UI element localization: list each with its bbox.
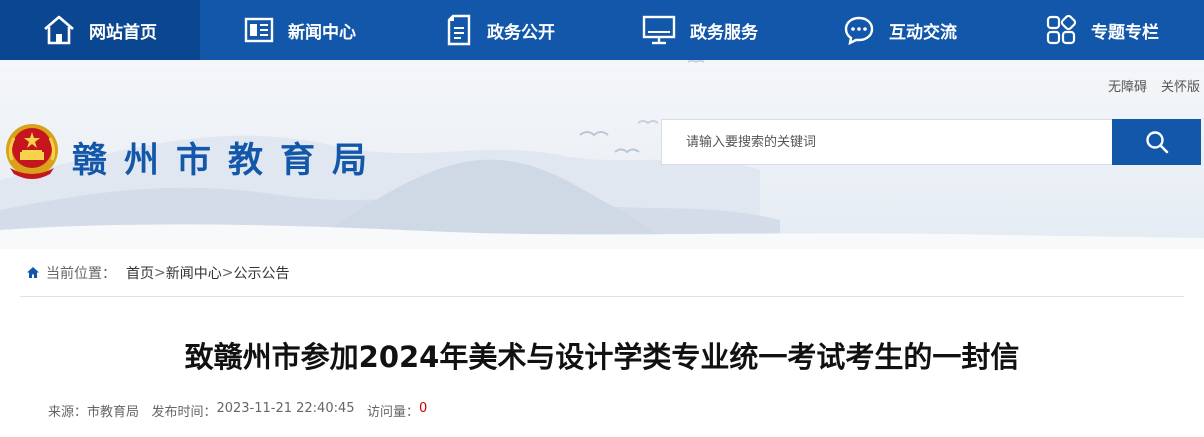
nav-item-interaction[interactable]: 互动交流 bbox=[800, 0, 1000, 60]
views-count: 0 bbox=[418, 401, 428, 416]
nav-item-special-topics[interactable]: 专题专栏 bbox=[1000, 0, 1204, 60]
nav-item-news[interactable]: 新闻中心 bbox=[200, 0, 400, 60]
header-banner: 无障碍 关怀版 赣州市教育局 bbox=[0, 60, 1204, 249]
nav-label: 互动交流 bbox=[889, 22, 957, 43]
meta-spacer bbox=[355, 401, 367, 420]
national-emblem-logo bbox=[6, 124, 58, 179]
nav-label: 专题专栏 bbox=[1091, 22, 1159, 43]
breadcrumb-separator: > bbox=[154, 264, 166, 281]
breadcrumb-home-link[interactable]: 首页 bbox=[126, 263, 154, 283]
grid-icon bbox=[1046, 14, 1077, 45]
newspaper-icon bbox=[244, 17, 274, 43]
document-icon bbox=[447, 14, 471, 46]
nav-label: 网站首页 bbox=[89, 22, 157, 43]
site-title: 赣州市教育局 bbox=[72, 140, 385, 181]
search-button[interactable] bbox=[1112, 119, 1201, 165]
top-navigation: 网站首页 新闻中心 政务公开 政务服务 互动交流 专题专栏 bbox=[0, 0, 1204, 60]
nav-item-gov-services[interactable]: 政务服务 bbox=[600, 0, 800, 60]
monitor-icon bbox=[642, 15, 676, 45]
breadcrumb-news-link[interactable]: 新闻中心 bbox=[166, 263, 222, 283]
breadcrumb-notice-link[interactable]: 公示公告 bbox=[233, 263, 289, 283]
home-icon bbox=[27, 267, 39, 278]
utility-links: 无障碍 关怀版 bbox=[1108, 76, 1200, 95]
publish-time-value: 2023-11-21 22:40:45 bbox=[216, 401, 355, 416]
breadcrumb-label: 当前位置： bbox=[46, 265, 116, 282]
breadcrumb-separator: > bbox=[221, 264, 234, 281]
source-value: 市教育局 bbox=[87, 405, 140, 420]
views-label: 访问量： bbox=[366, 405, 419, 420]
meta-spacer bbox=[139, 401, 151, 420]
accessibility-link[interactable]: 无障碍 bbox=[1108, 76, 1147, 95]
nav-item-home[interactable]: 网站首页 bbox=[0, 0, 200, 60]
search-input[interactable] bbox=[662, 120, 1112, 164]
publish-time-label: 发布时间： bbox=[151, 405, 217, 420]
elderly-mode-link[interactable]: 关怀版 bbox=[1161, 76, 1200, 95]
home-icon bbox=[44, 15, 74, 45]
nav-item-gov-affairs-open[interactable]: 政务公开 bbox=[400, 0, 600, 60]
source-label: 来源： bbox=[48, 405, 88, 420]
search-box bbox=[661, 119, 1201, 165]
nav-label: 政务服务 bbox=[690, 22, 758, 43]
search-icon bbox=[1145, 131, 1168, 154]
nav-label: 新闻中心 bbox=[288, 22, 356, 43]
nav-label: 政务公开 bbox=[487, 22, 555, 43]
article-title: 致赣州市参加2024年美术与设计学类专业统一考试考生的一封信 bbox=[184, 340, 1020, 374]
chat-icon bbox=[844, 16, 874, 45]
article-meta: 来源： 市教育局 发布时间： 2023-11-21 22:40:45 访问量： … bbox=[48, 401, 427, 420]
breadcrumb: 当前位置： 首页 > 新闻中心 > 公示公告 bbox=[20, 249, 1184, 297]
